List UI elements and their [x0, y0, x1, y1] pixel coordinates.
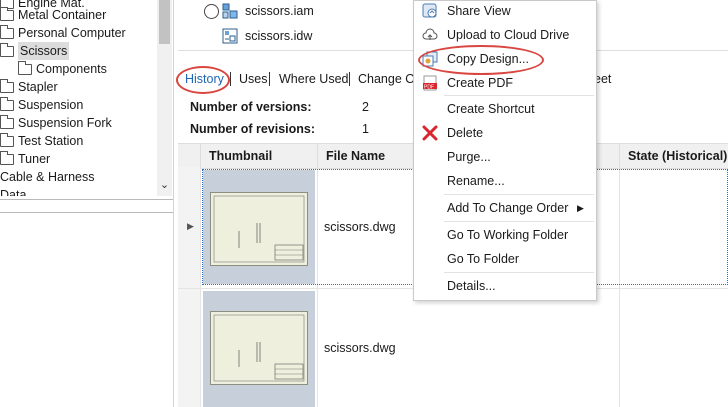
folder-icon [0, 6, 14, 21]
menu-item-create-shortcut[interactable]: Create Shortcut [414, 97, 596, 121]
tree-item-label: Suspension Fork [18, 116, 112, 130]
cloud-upload-icon [422, 27, 438, 43]
revisions-label: Number of revisions: [190, 122, 316, 136]
menu-item-label: Rename... [447, 174, 505, 188]
tab-separator [230, 72, 231, 86]
versions-label: Number of versions: [190, 100, 312, 114]
tree-item-label: Cable & Harness [0, 170, 95, 184]
delete-icon [422, 125, 438, 141]
tree-item-components[interactable]: Components [18, 60, 107, 78]
tab-change-order[interactable]: Change Or [358, 71, 419, 87]
file-name-cell: scissors.dwg [324, 220, 396, 234]
pdf-icon: PDF [422, 75, 438, 91]
tab-separator [269, 72, 270, 86]
folder-tree: Engine Mat. Metal Container Personal Com… [0, 0, 173, 196]
assembly-icon [222, 3, 238, 22]
highlight-ring-copy-design [418, 45, 544, 75]
menu-item-label: Go To Folder [447, 252, 520, 266]
tree-item-scissors[interactable]: Scissors [0, 42, 70, 60]
tree-item-tuner[interactable]: Tuner [0, 150, 50, 168]
menu-item-go-to-working-folder[interactable]: Go To Working Folder [414, 223, 596, 247]
tree-item-label: Scissors [18, 42, 70, 60]
menu-item-go-to-folder[interactable]: Go To Folder [414, 247, 596, 271]
column-divider [317, 144, 318, 168]
tree-item-metal-container[interactable]: Metal Container [0, 6, 106, 24]
tab-uses[interactable]: Uses [239, 71, 267, 87]
column-header-file-name[interactable]: File Name [326, 149, 385, 163]
tree-item-label: Stapler [18, 80, 58, 94]
drawing-sheet-image [210, 311, 308, 385]
drawing-icon [222, 28, 238, 47]
file-name[interactable]: scissors.iam [245, 4, 314, 18]
share-view-icon [422, 3, 438, 19]
table-row[interactable]: scissors.dwg [178, 289, 728, 407]
tree-item-label: Tuner [18, 152, 51, 166]
tree-item-label: Personal Computer [18, 26, 126, 40]
row-indicator-icon: ▶ [187, 221, 194, 231]
drawing-thumbnail [203, 170, 315, 284]
tree-item-suspension-fork[interactable]: Suspension Fork [0, 114, 112, 132]
menu-item-add-to-change-order[interactable]: Add To Change Order ▶ [414, 196, 596, 220]
highlight-ring-history [176, 66, 230, 94]
tree-item-label: Suspension [18, 98, 84, 112]
folder-icon [0, 132, 14, 147]
folder-icon [0, 24, 14, 39]
menu-separator [444, 221, 594, 222]
tree-item-suspension[interactable]: Suspension [0, 96, 83, 114]
menu-separator [444, 272, 594, 273]
menu-item-label: Create Shortcut [447, 102, 535, 116]
folder-icon [18, 60, 32, 75]
divider [0, 212, 173, 213]
menu-separator [444, 194, 594, 195]
tree-item-cable-harness[interactable]: Cable & Harness [0, 168, 95, 186]
menu-item-share-view[interactable]: Share View [414, 0, 596, 23]
file-name[interactable]: scissors.idw [245, 29, 312, 43]
versions-value: 2 [362, 100, 369, 114]
pane-splitter[interactable] [173, 0, 174, 407]
menu-item-create-pdf[interactable]: PDF Create PDF [414, 71, 596, 95]
tree-item-label: Data [0, 188, 27, 196]
submenu-arrow-icon: ▶ [577, 203, 584, 213]
chevron-down-icon[interactable]: ⌄ [157, 178, 172, 193]
menu-item-upload-cloud[interactable]: Upload to Cloud Drive [414, 23, 596, 47]
folder-icon [0, 96, 14, 111]
folder-icon [0, 114, 14, 129]
radio-button[interactable] [204, 4, 219, 19]
menu-item-details[interactable]: Details... [414, 274, 596, 298]
tree-item-personal-computer[interactable]: Personal Computer [0, 24, 126, 42]
tree-item-label: Components [36, 62, 107, 76]
column-divider [619, 144, 620, 168]
menu-item-label: Purge... [447, 150, 491, 164]
tree-item-label: Test Station [18, 134, 84, 148]
menu-item-label: Details... [447, 279, 496, 293]
column-divider [200, 144, 201, 168]
drawing-sheet-image [210, 192, 308, 266]
menu-item-rename[interactable]: Rename... [414, 169, 596, 193]
revisions-value: 1 [362, 122, 369, 136]
file-name-cell: scissors.dwg [324, 341, 396, 355]
column-header-thumbnail[interactable]: Thumbnail [209, 149, 272, 163]
tree-item-stapler[interactable]: Stapler [0, 78, 58, 96]
divider [0, 199, 173, 200]
tree-item-test-station[interactable]: Test Station [0, 132, 83, 150]
drawing-thumbnail [203, 291, 315, 407]
menu-separator [444, 95, 594, 96]
column-header-state[interactable]: State (Historical) [628, 149, 727, 163]
menu-item-label: Share View [447, 4, 511, 18]
folder-icon [0, 150, 14, 165]
tree-scrollbar-thumb[interactable] [159, 0, 170, 44]
menu-item-label: Upload to Cloud Drive [447, 28, 570, 42]
menu-item-label: Add To Change Order [447, 201, 569, 215]
menu-item-purge[interactable]: Purge... [414, 145, 596, 169]
folder-icon [0, 78, 14, 93]
menu-item-label: Delete [447, 126, 484, 140]
tab-where-used[interactable]: Where Used [279, 71, 348, 87]
tree-item-label: Metal Container [18, 8, 107, 22]
folder-icon [0, 42, 14, 57]
tab-separator [349, 72, 350, 86]
menu-item-label: Go To Working Folder [447, 228, 569, 242]
svg-text:PDF: PDF [424, 85, 434, 91]
tree-item-data[interactable]: Data [0, 186, 26, 196]
menu-item-delete[interactable]: Delete [414, 121, 596, 145]
